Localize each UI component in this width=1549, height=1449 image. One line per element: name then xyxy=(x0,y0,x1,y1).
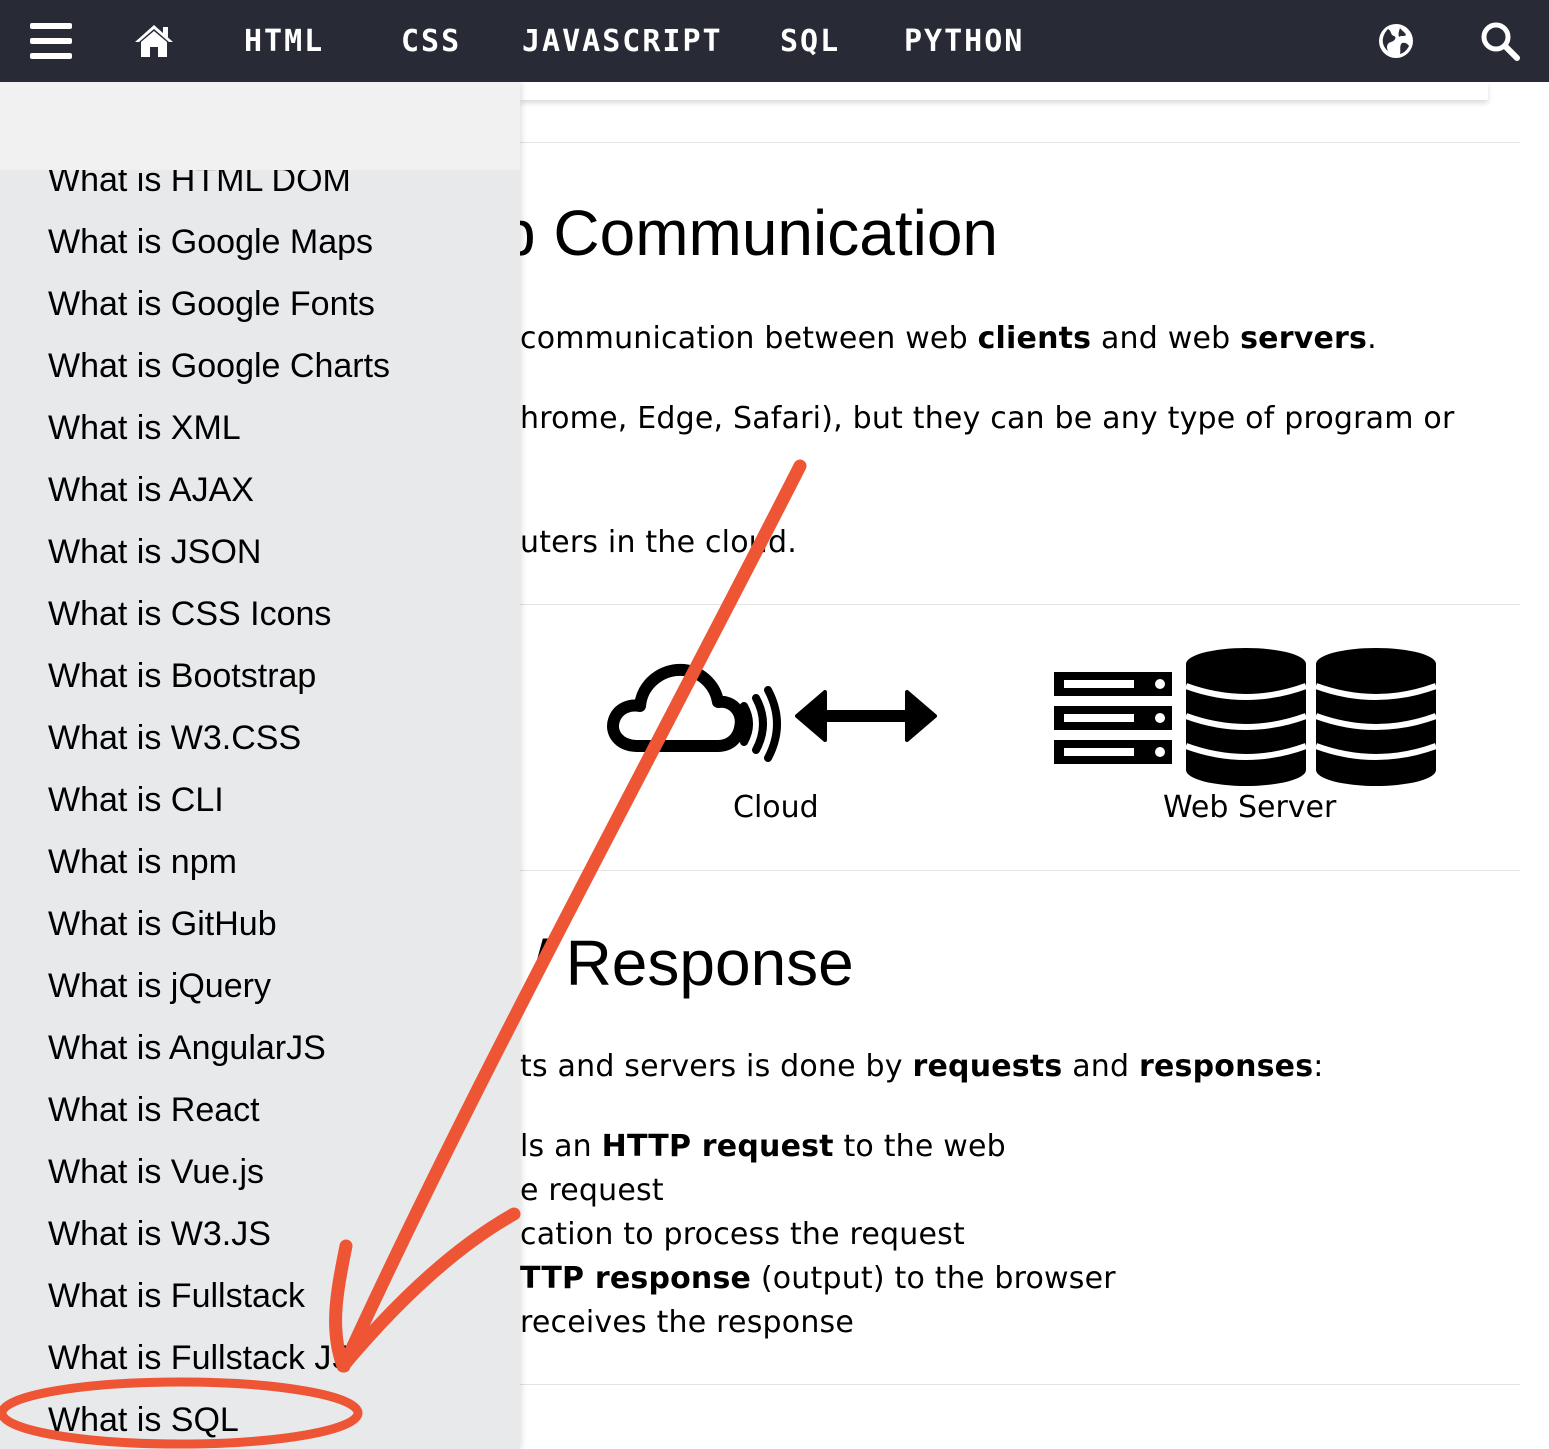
cloud-label: Cloud xyxy=(733,790,819,825)
sidebar-item-json[interactable]: What is JSON xyxy=(48,533,261,572)
sidebar-item-angularjs[interactable]: What is AngularJS xyxy=(48,1029,326,1068)
database-icon xyxy=(1184,646,1438,792)
list-item: e request xyxy=(520,1173,664,1208)
sidebar-item-google-fonts[interactable]: What is Google Fonts xyxy=(48,285,375,324)
paragraph-requests-responses: ts and servers is done by requests and r… xyxy=(520,1049,1324,1084)
home-icon[interactable] xyxy=(133,0,175,82)
sidebar-header xyxy=(0,82,520,170)
divider xyxy=(520,604,1520,605)
sidebar-item-github[interactable]: What is GitHub xyxy=(48,905,277,944)
search-icon[interactable] xyxy=(1480,0,1520,82)
sidebar-item-google-maps[interactable]: What is Google Maps xyxy=(48,223,373,262)
sidebar-item-cli[interactable]: What is CLI xyxy=(48,781,224,820)
double-arrow-icon xyxy=(795,688,937,748)
paragraph-clients-servers: communication between web clients and we… xyxy=(520,321,1377,356)
sidebar-item-w3js[interactable]: What is W3.JS xyxy=(48,1215,271,1254)
sidebar-item-css-icons[interactable]: What is CSS Icons xyxy=(48,595,331,634)
sidebar-item-npm[interactable]: What is npm xyxy=(48,843,237,882)
sidebar-item-bootstrap[interactable]: What is Bootstrap xyxy=(48,657,316,696)
server-rack-icon xyxy=(1052,668,1176,772)
list-item: receives the response xyxy=(520,1305,855,1340)
sidebar-item-w3css[interactable]: What is W3.CSS xyxy=(48,719,301,758)
hamburger-menu-icon[interactable] xyxy=(30,0,72,82)
divider xyxy=(520,1384,1520,1385)
divider xyxy=(520,870,1520,871)
paragraph-browsers: hrome, Edge, Safari), but they can be an… xyxy=(520,401,1455,436)
paragraph-cloud: uters in the cloud. xyxy=(520,525,797,560)
sidebar-item-fullstack[interactable]: What is Fullstack xyxy=(48,1277,305,1316)
sidebar-item-react[interactable]: What is React xyxy=(48,1091,260,1130)
globe-icon[interactable] xyxy=(1378,0,1414,82)
section-heading-response: / Response xyxy=(530,927,854,999)
nav-link-css[interactable]: CSS xyxy=(401,24,461,59)
cloud-signal-icon xyxy=(600,660,790,776)
sidebar-item-fullstack-js[interactable]: What is Fullstack JS xyxy=(48,1339,354,1378)
nav-link-html[interactable]: HTML xyxy=(244,24,324,59)
nav-link-sql[interactable]: SQL xyxy=(780,24,840,59)
web-server-label: Web Server xyxy=(1163,790,1337,825)
sidebar-item-vuejs[interactable]: What is Vue.js xyxy=(48,1153,264,1192)
search-card-edge xyxy=(520,82,1488,100)
list-item: ls an HTTP request to the web xyxy=(520,1129,1006,1164)
list-item: cation to process the request xyxy=(520,1217,965,1252)
sidebar-item-xml[interactable]: What is XML xyxy=(48,409,241,448)
sidebar-item-google-charts[interactable]: What is Google Charts xyxy=(48,347,390,386)
sidebar-item-sql[interactable]: What is SQL xyxy=(48,1401,239,1440)
nav-link-python[interactable]: PYTHON xyxy=(904,24,1024,59)
top-navigation-bar: HTML CSS JAVASCRIPT SQL PYTHON xyxy=(0,0,1549,82)
list-item: TTP response (output) to the browser xyxy=(520,1261,1116,1296)
section-heading-communication: p Communication xyxy=(500,197,998,269)
sidebar-item-ajax[interactable]: What is AJAX xyxy=(48,471,254,510)
divider xyxy=(520,142,1520,143)
nav-link-javascript[interactable]: JAVASCRIPT xyxy=(522,24,723,59)
sidebar-menu[interactable]: What is HTML DOM What is Google Maps Wha… xyxy=(0,82,520,1449)
sidebar-item-jquery[interactable]: What is jQuery xyxy=(48,967,271,1006)
